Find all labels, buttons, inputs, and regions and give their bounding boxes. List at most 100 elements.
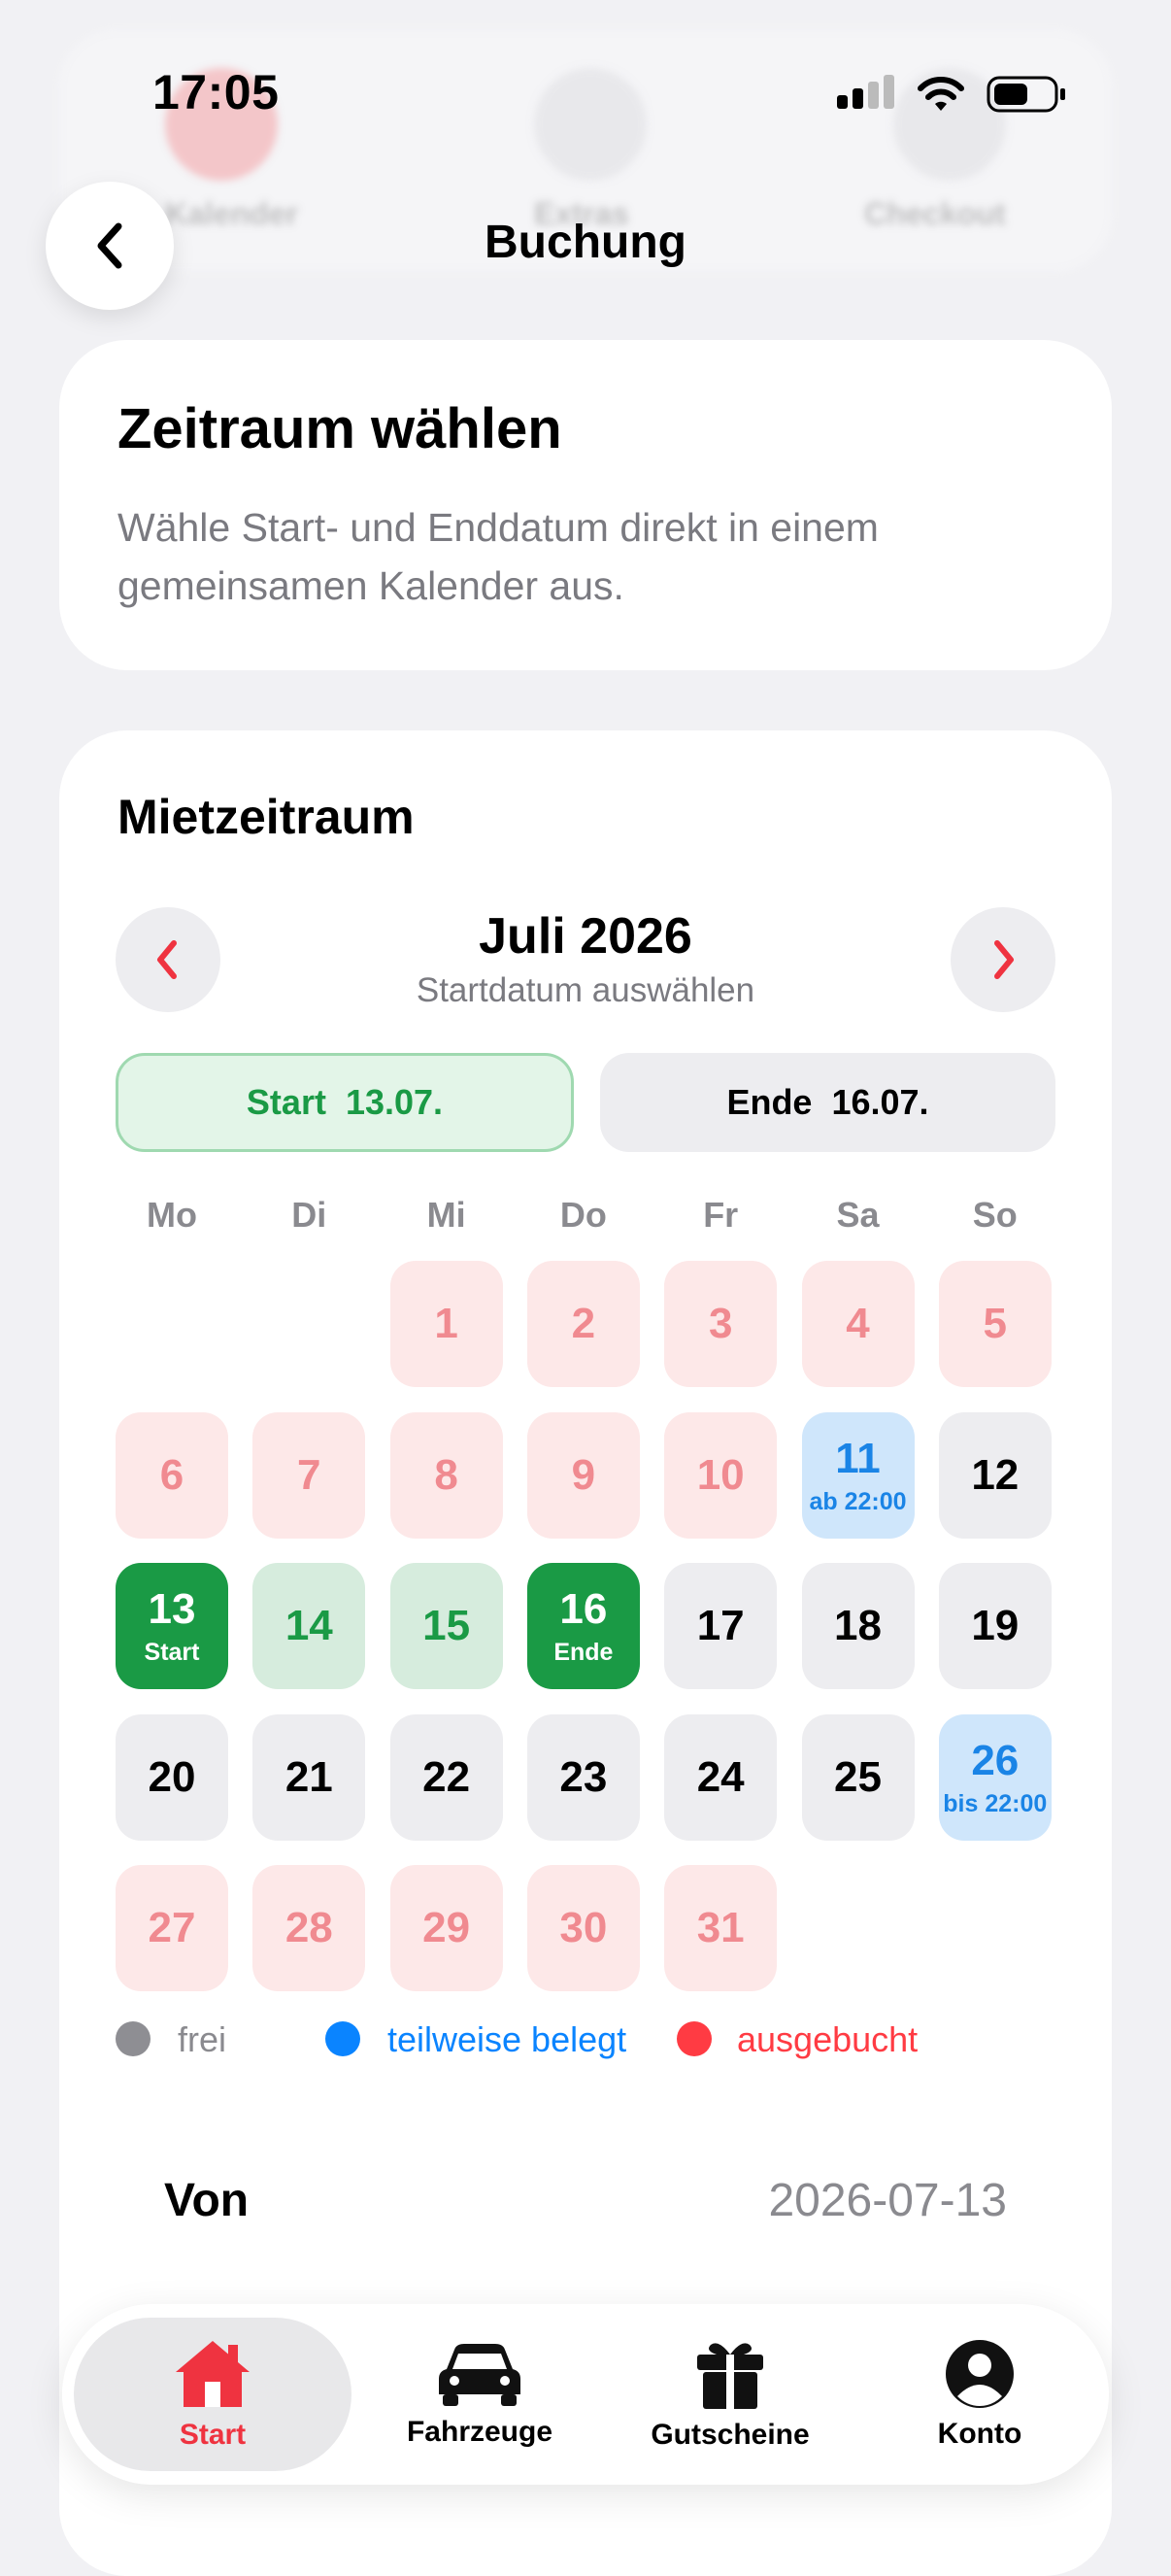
calendar-day-4[interactable]: 4: [801, 1261, 915, 1387]
home-icon: [176, 2341, 250, 2407]
calendar-day-10[interactable]: 10: [664, 1411, 778, 1539]
calendar-day-19[interactable]: 19: [938, 1563, 1052, 1689]
day-number: 15: [422, 1602, 471, 1649]
start-pill-label: Start: [246, 1082, 326, 1122]
day-note: ab 22:00: [809, 1487, 907, 1515]
calendar-day-21[interactable]: 21: [252, 1713, 366, 1841]
calendar-day-28[interactable]: 28: [252, 1865, 366, 1991]
calendar-day-14[interactable]: 14: [252, 1563, 366, 1689]
from-label: Von: [164, 2175, 250, 2226]
tab-label: Gutscheine: [651, 2419, 810, 2451]
calendar-day-17[interactable]: 17: [664, 1563, 778, 1689]
day-number: 28: [284, 1904, 333, 1951]
calendar-day-31[interactable]: 31: [664, 1865, 778, 1991]
day-number: 9: [571, 1450, 596, 1499]
tab-bar: Start Fahrzeuge Gutscheine Konto: [62, 2304, 1109, 2485]
calendar-day-16[interactable]: 16 Ende: [526, 1563, 640, 1689]
day-number: 1: [434, 1300, 458, 1347]
calendar-day-5[interactable]: 5: [938, 1261, 1052, 1387]
day-note: bis 22:00: [943, 1789, 1048, 1817]
calendar-day-15[interactable]: 15: [389, 1563, 503, 1689]
day-number: 16: [559, 1585, 608, 1633]
start-pill-value: 13.07.: [345, 1082, 444, 1122]
calendar-day-8[interactable]: 8: [389, 1411, 503, 1539]
calendar-day-13[interactable]: 13 Start: [116, 1563, 228, 1689]
day-number: 25: [834, 1752, 882, 1801]
calendar-grid: 1 2 3 4 5 6 7 8 9 10 11 ab 22:00 12 13 Start 14 15 16 Ende…: [116, 1261, 1055, 1999]
day-number: 26: [971, 1736, 1020, 1784]
weekday-label: Mi: [426, 1195, 466, 1235]
calendar-day-7[interactable]: 7: [252, 1411, 366, 1539]
legend-label: ausgebucht: [737, 2019, 919, 2059]
day-number: 27: [148, 1904, 196, 1951]
from-value[interactable]: 2026-07-13: [768, 2174, 1007, 2227]
calendar-day-18[interactable]: 18: [801, 1563, 915, 1689]
day-number: 6: [159, 1450, 184, 1499]
legend-dot: [116, 2021, 151, 2056]
day-note: Start: [144, 1639, 200, 1666]
day-number: 21: [284, 1752, 333, 1801]
calendar-day-23[interactable]: 23: [526, 1713, 640, 1841]
day-number: 13: [148, 1585, 196, 1633]
calendar-day-3[interactable]: 3: [664, 1261, 778, 1387]
intro-title: Zeitraum wählen: [117, 397, 562, 460]
weekday-header: Mo Di Mi Do Fr Sa So: [116, 1195, 1055, 1243]
day-number: 7: [297, 1450, 321, 1499]
end-pill-label: Ende: [726, 1082, 813, 1122]
weekday-label: Di: [291, 1195, 327, 1235]
day-number: 11: [835, 1434, 881, 1482]
day-number: 19: [971, 1602, 1020, 1649]
day-number: 8: [434, 1450, 458, 1499]
day-number: 14: [284, 1602, 333, 1649]
calendar-day-11[interactable]: 11 ab 22:00: [801, 1411, 915, 1539]
tab-konto[interactable]: Konto: [873, 2318, 1087, 2471]
tab-fahrzeuge[interactable]: Fahrzeuge: [373, 2318, 586, 2471]
legend-label: frei: [178, 2019, 227, 2059]
account-icon: [946, 2340, 1014, 2408]
tab-gutscheine[interactable]: Gutscheine: [623, 2318, 837, 2471]
calendar-card: Mietzeitraum Juli 2026 Startdatum auswäh…: [59, 730, 1112, 2576]
day-number: 29: [422, 1904, 471, 1951]
legend-label: teilweise belegt: [387, 2019, 627, 2059]
intro-card: Zeitraum wählen Wähle Start- und Enddatu…: [59, 340, 1112, 670]
tab-label: Fahrzeuge: [406, 2416, 553, 2448]
calendar-day-20[interactable]: 20: [116, 1713, 228, 1841]
calendar-day-24[interactable]: 24: [664, 1713, 778, 1841]
day-number: 22: [422, 1752, 471, 1801]
day-number: 3: [708, 1300, 733, 1347]
calendar-day-25[interactable]: 25: [801, 1713, 915, 1841]
start-date-pill[interactable]: Start 13.07.: [116, 1053, 574, 1152]
calendar-day-12[interactable]: 12: [938, 1411, 1052, 1539]
tab-label: Start: [179, 2419, 247, 2451]
calendar-day-1[interactable]: 1: [389, 1261, 503, 1387]
day-number: 20: [148, 1752, 196, 1801]
day-note: Ende: [553, 1639, 614, 1666]
weekday-label: Sa: [836, 1195, 880, 1235]
cellular-signal-icon: [837, 75, 894, 109]
weekday-label: Mo: [147, 1195, 197, 1235]
calendar-day-2[interactable]: 2: [526, 1261, 640, 1387]
day-number: 17: [696, 1602, 745, 1649]
weekday-label: Do: [559, 1195, 607, 1235]
calendar-day-30[interactable]: 30: [526, 1865, 640, 1991]
calendar-day-22[interactable]: 22: [389, 1713, 503, 1841]
gift-icon: [697, 2343, 763, 2409]
calendar-day-27[interactable]: 27: [116, 1865, 228, 1991]
tab-start[interactable]: Start: [74, 2318, 351, 2471]
calendar-day-9[interactable]: 9: [526, 1411, 640, 1539]
weekday-label: Fr: [703, 1195, 739, 1235]
calendar-day-26[interactable]: 26 bis 22:00: [938, 1713, 1052, 1841]
day-number: 24: [696, 1752, 745, 1801]
day-number: 2: [571, 1300, 596, 1347]
chevron-right-icon: [994, 940, 1014, 979]
next-month-button[interactable]: [951, 907, 1055, 1012]
end-pill-value: 16.07.: [831, 1082, 929, 1122]
calendar-day-29[interactable]: 29: [389, 1865, 503, 1991]
car-icon: [439, 2344, 520, 2406]
page-title: Buchung: [485, 217, 686, 268]
tab-label: Konto: [937, 2418, 1022, 2450]
end-date-pill[interactable]: Ende 16.07.: [600, 1053, 1055, 1152]
day-number: 4: [846, 1300, 870, 1347]
day-number: 5: [983, 1300, 1008, 1347]
calendar-day-6[interactable]: 6: [116, 1411, 228, 1539]
